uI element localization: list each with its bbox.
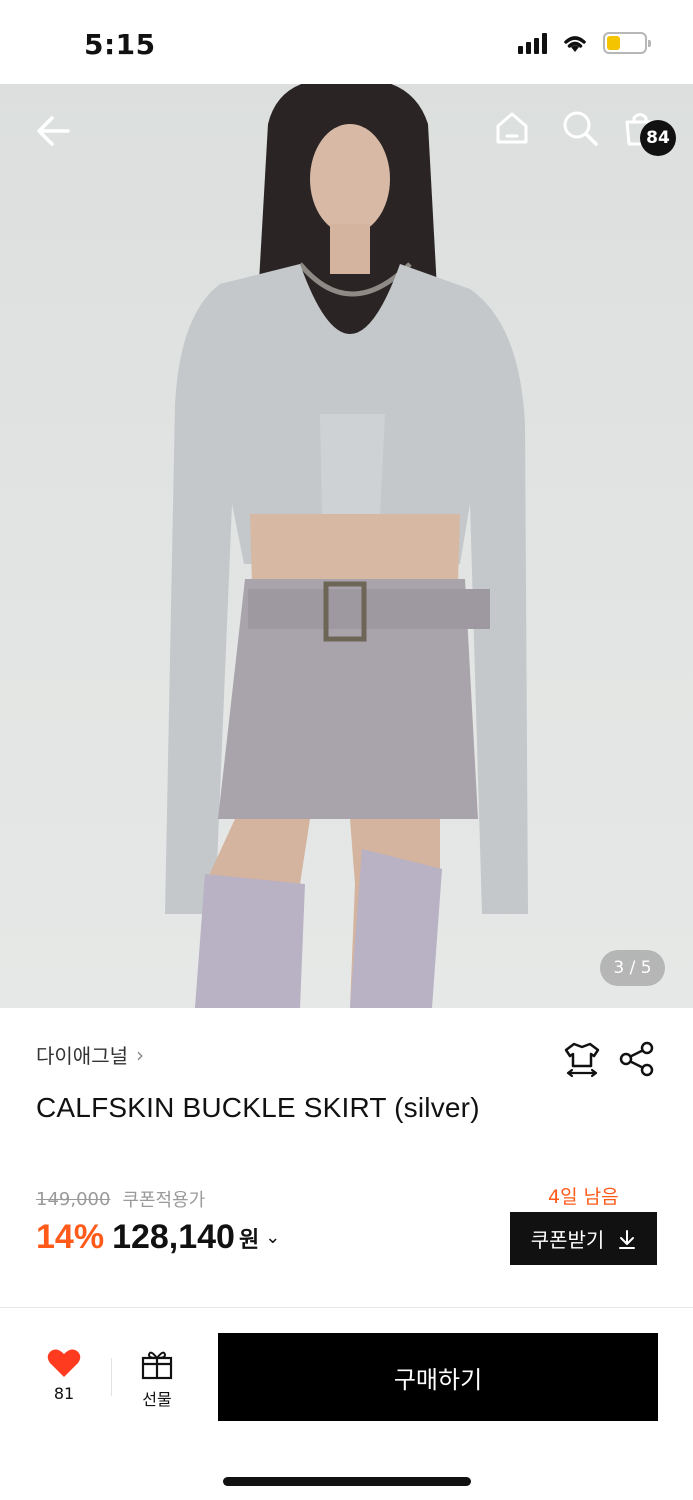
price-row: 14% 128,140 원 ⌄	[36, 1218, 280, 1257]
currency-label: 원	[238, 1227, 260, 1253]
chevron-right-icon: ›	[136, 1042, 144, 1067]
like-count: 81	[53, 1384, 75, 1403]
divider	[0, 1307, 693, 1308]
original-price: 149,000	[36, 1188, 111, 1210]
coupon-button-label: 쿠폰받기	[530, 1228, 605, 1252]
model-photo	[165, 84, 528, 1008]
coupon-price-note: 쿠폰적용가	[122, 1190, 206, 1211]
wifi-icon	[564, 36, 586, 52]
discount-rate: 14%	[36, 1218, 105, 1256]
like-button[interactable]: 81	[40, 1348, 88, 1403]
status-time: 5:15	[84, 28, 156, 61]
battery-icon	[603, 32, 651, 54]
original-price-row: 149,000 쿠폰적용가	[36, 1186, 205, 1212]
image-counter: 3 / 5	[600, 950, 665, 986]
chevron-down-icon[interactable]: ⌄	[265, 1227, 280, 1248]
gift-icon	[141, 1351, 173, 1380]
product-image[interactable]: 84 3 / 5	[0, 84, 693, 1008]
back-arrow-icon[interactable]	[30, 108, 76, 154]
gift-label: 선물	[142, 1390, 172, 1409]
home-indicator	[223, 1477, 471, 1486]
status-bar: 5:15	[0, 0, 693, 84]
status-icons	[518, 32, 651, 54]
product-title: CALFSKIN BUCKLE SKIRT (silver)	[36, 1092, 480, 1123]
buy-button[interactable]: 구매하기	[218, 1333, 658, 1421]
brand-link[interactable]: 다이애그널 ›	[36, 1040, 144, 1069]
search-icon[interactable]	[560, 108, 600, 148]
share-icon[interactable]	[618, 1040, 656, 1078]
size-guide-icon[interactable]	[562, 1038, 602, 1078]
home-icon[interactable]	[492, 108, 532, 148]
coupon-days-left: 4일 남음	[548, 1186, 619, 1208]
divider	[111, 1358, 112, 1396]
heart-icon	[47, 1349, 81, 1377]
cart-count-badge: 84	[640, 120, 676, 156]
brand-name: 다이애그널	[36, 1044, 128, 1068]
download-icon	[619, 1229, 636, 1249]
cellular-signal-icon	[518, 32, 547, 54]
get-coupon-button[interactable]: 쿠폰받기	[510, 1212, 657, 1265]
gift-button[interactable]: 선물	[132, 1348, 182, 1410]
sale-price: 128,140	[112, 1218, 235, 1256]
